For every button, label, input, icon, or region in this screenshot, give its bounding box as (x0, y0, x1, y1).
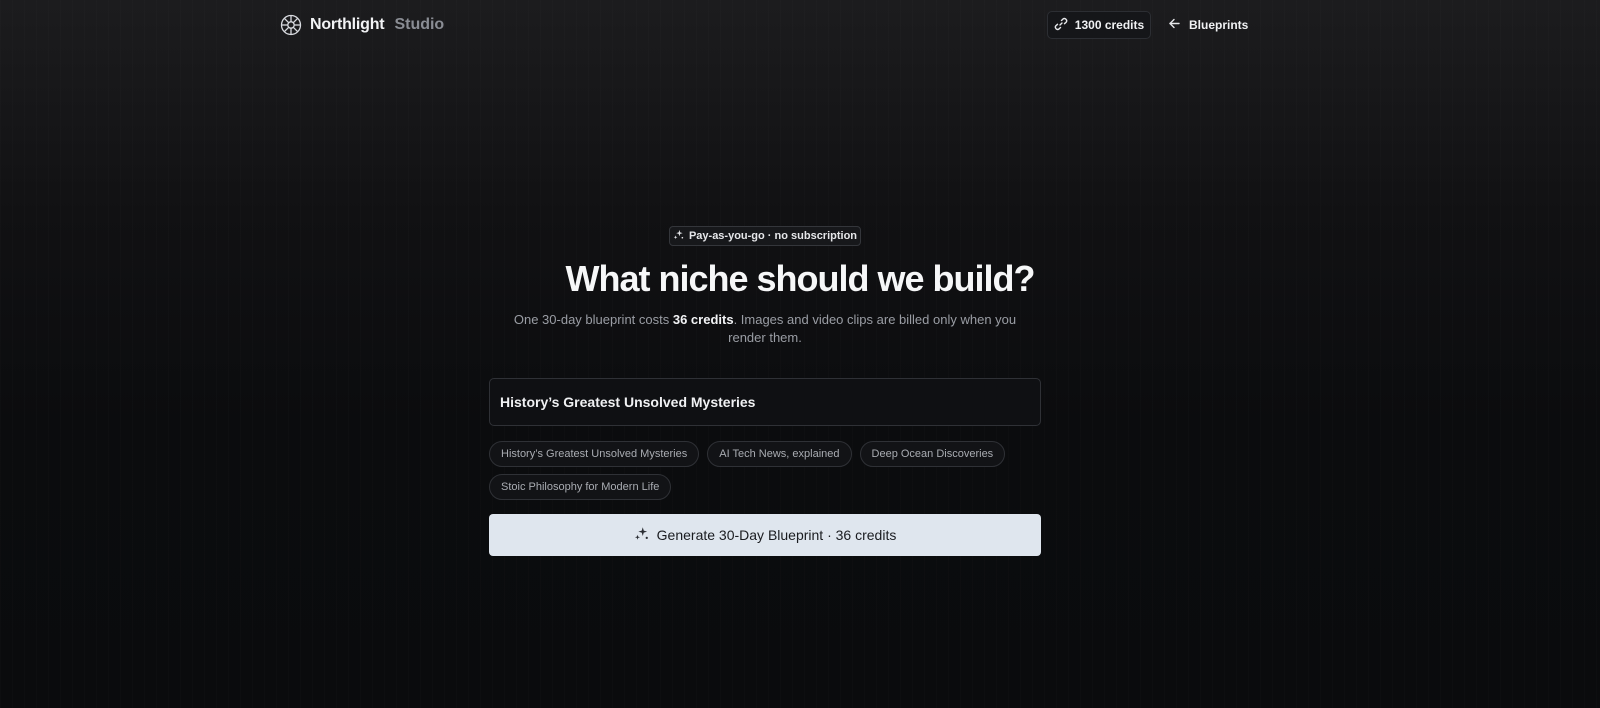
sparkles-icon (634, 526, 649, 544)
back-label: Blueprints (1189, 18, 1249, 32)
credits-balance-button[interactable]: 1300 credits (1047, 11, 1151, 39)
back-to-blueprints-link[interactable]: Blueprints (1168, 11, 1248, 39)
suggestion-chip[interactable]: Deep Ocean Discoveries (859, 441, 1006, 467)
suggestion-chip[interactable]: AI Tech News, explained (707, 441, 852, 467)
generate-button-label: Generate 30-Day Blueprint · 36 credits (656, 527, 897, 543)
brand-subtitle: Studio (394, 16, 445, 33)
aperture-icon (280, 14, 302, 36)
suggestion-chip[interactable]: History’s Greatest Unsolved Mysteries (489, 441, 700, 467)
link-icon (1054, 17, 1068, 34)
brand[interactable]: Northlight Studio (280, 13, 444, 37)
subtitle-text-start: One 30-day blueprint costs (513, 312, 673, 327)
arrow-left-icon (1168, 17, 1181, 33)
generate-blueprint-button[interactable]: Generate 30-Day Blueprint · 36 credits (489, 514, 1041, 556)
suggestion-chips: History’s Greatest Unsolved Mysteries AI… (489, 441, 1049, 500)
top-bar: Northlight Studio 1300 credits Blueprint… (0, 0, 1600, 50)
page-title: What niche should we build? (565, 258, 1036, 299)
subtitle-text-end: . Images and video clips are billed only… (728, 312, 1017, 345)
niche-input[interactable] (489, 378, 1041, 426)
pricing-badge-label: Pay-as-you-go · no subscription (688, 230, 858, 242)
suggestion-chip[interactable]: Stoic Philosophy for Modern Life (489, 474, 672, 500)
subtitle-credit-cost: 36 credits (672, 312, 734, 327)
brand-name: Northlight (310, 16, 385, 33)
credits-label: 1300 credits (1074, 18, 1145, 32)
sparkles-icon (673, 229, 684, 243)
pricing-badge: Pay-as-you-go · no subscription (669, 226, 861, 246)
page-subtitle: One 30-day blueprint costs 36 credits. I… (495, 311, 1035, 347)
